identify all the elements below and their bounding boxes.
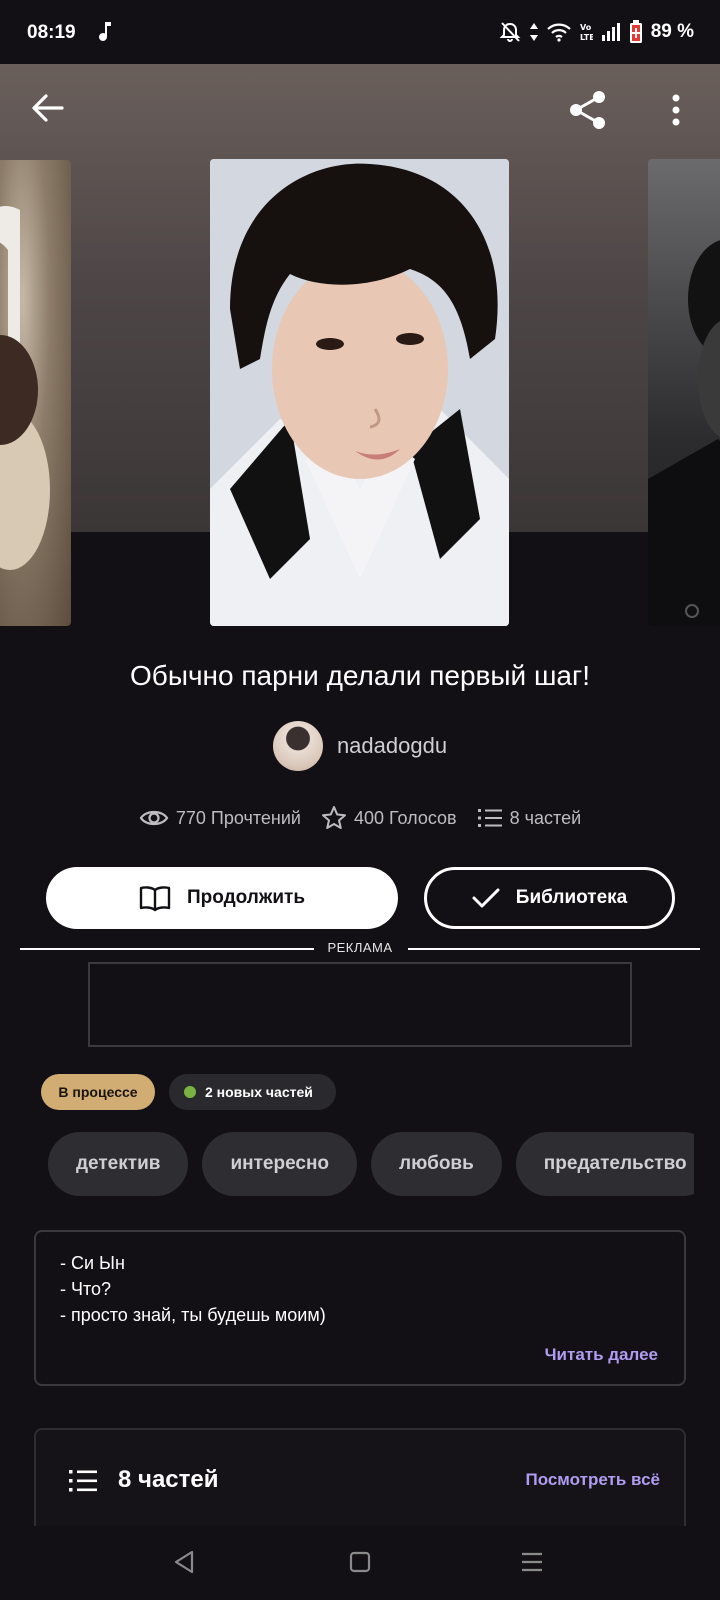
- nav-recents-icon[interactable]: [520, 1548, 544, 1576]
- cover-next[interactable]: [648, 159, 720, 626]
- parts-section: 8 частей Посмотреть всё: [34, 1428, 686, 1532]
- library-button[interactable]: Библиотека: [424, 867, 675, 929]
- eye-icon: [139, 810, 169, 826]
- signal-icon: [601, 23, 620, 41]
- story-description[interactable]: - Си Ын - Что? - просто знай, ты будешь …: [34, 1230, 686, 1386]
- read-more-link[interactable]: Читать далее: [545, 1342, 658, 1368]
- share-button[interactable]: [566, 88, 610, 132]
- back-button[interactable]: [28, 88, 68, 128]
- reads-count: 770 Прочтений: [175, 807, 301, 828]
- new-parts-label: 2 новых частей: [205, 1084, 313, 1100]
- view-all-link[interactable]: Посмотреть всё: [525, 1470, 660, 1490]
- status-badge: В процессе: [41, 1074, 155, 1110]
- mute-icon: [499, 22, 521, 42]
- story-title: Обычно парни делали первый шаг!: [130, 660, 590, 691]
- data-arrows-icon: [529, 23, 538, 41]
- clock: 08:19: [27, 22, 76, 43]
- ad-slot[interactable]: [88, 962, 632, 1047]
- status-icons: Vo LTE 89 %: [499, 20, 694, 44]
- author-name[interactable]: nadadogdu: [337, 733, 447, 759]
- portrait-image: [210, 159, 509, 626]
- music-note-icon: [99, 22, 111, 41]
- arrow-left-icon: [32, 94, 64, 122]
- cover-current[interactable]: [210, 159, 509, 626]
- continue-label: Продолжить: [186, 887, 306, 908]
- parts-title: 8 частей: [118, 1466, 219, 1493]
- star-icon: [321, 806, 346, 829]
- tag-chip[interactable]: любовь: [371, 1132, 502, 1196]
- tag-chip[interactable]: детектив: [48, 1132, 189, 1196]
- more-options-button[interactable]: [664, 90, 688, 130]
- status-bar: 08:19 Vo LTE 89 %: [0, 0, 720, 64]
- ad-label: РЕКЛАМА: [327, 940, 393, 955]
- volte-icon: Vo LTE: [580, 23, 593, 42]
- story-stats: 770 Прочтений 400 Голосов 8 частей: [0, 805, 720, 831]
- battery-icon: [629, 20, 642, 43]
- reads-stat: 770 Прочтений: [139, 807, 301, 829]
- nav-home-icon[interactable]: [348, 1548, 372, 1576]
- book-open-icon: [139, 886, 171, 912]
- battery-percent: 89 %: [650, 21, 694, 42]
- dark-portrait-image: [648, 240, 720, 626]
- svg-text:Vo: Vo: [580, 23, 592, 32]
- avatar[interactable]: [272, 721, 323, 771]
- library-label: Библиотека: [515, 887, 628, 908]
- system-nav-bar: [0, 1526, 720, 1600]
- list-icon: [69, 1470, 97, 1492]
- share-icon: [570, 91, 605, 129]
- author-row[interactable]: nadadogdu: [0, 721, 720, 771]
- parts-stat: 8 частей: [477, 807, 582, 829]
- tags-row[interactable]: детектив интересно любовь предательство: [48, 1132, 694, 1196]
- nav-back-icon[interactable]: [172, 1548, 196, 1576]
- check-icon: [472, 888, 500, 908]
- description-line: - просто знай, ты будешь моим): [60, 1305, 326, 1325]
- headphones-figure-image: [0, 206, 50, 570]
- votes-stat: 400 Голосов: [321, 805, 457, 831]
- parts-count: 8 частей: [509, 807, 582, 828]
- description-line: - Си Ын: [60, 1253, 125, 1273]
- more-vertical-icon: [672, 94, 680, 126]
- tag-chip[interactable]: предательство: [515, 1132, 694, 1196]
- new-parts-badge: 2 новых частей: [169, 1074, 336, 1110]
- list-icon: [477, 809, 502, 827]
- cover-prev[interactable]: [0, 160, 71, 626]
- new-dot-icon: [184, 1086, 196, 1098]
- svg-text:LTE: LTE: [580, 33, 593, 42]
- tag-chip[interactable]: интересно: [202, 1132, 358, 1196]
- continue-reading-button[interactable]: Продолжить: [46, 867, 398, 929]
- votes-count: 400 Голосов: [353, 807, 457, 828]
- description-line: - Что?: [60, 1279, 112, 1299]
- wifi-icon: [546, 23, 571, 42]
